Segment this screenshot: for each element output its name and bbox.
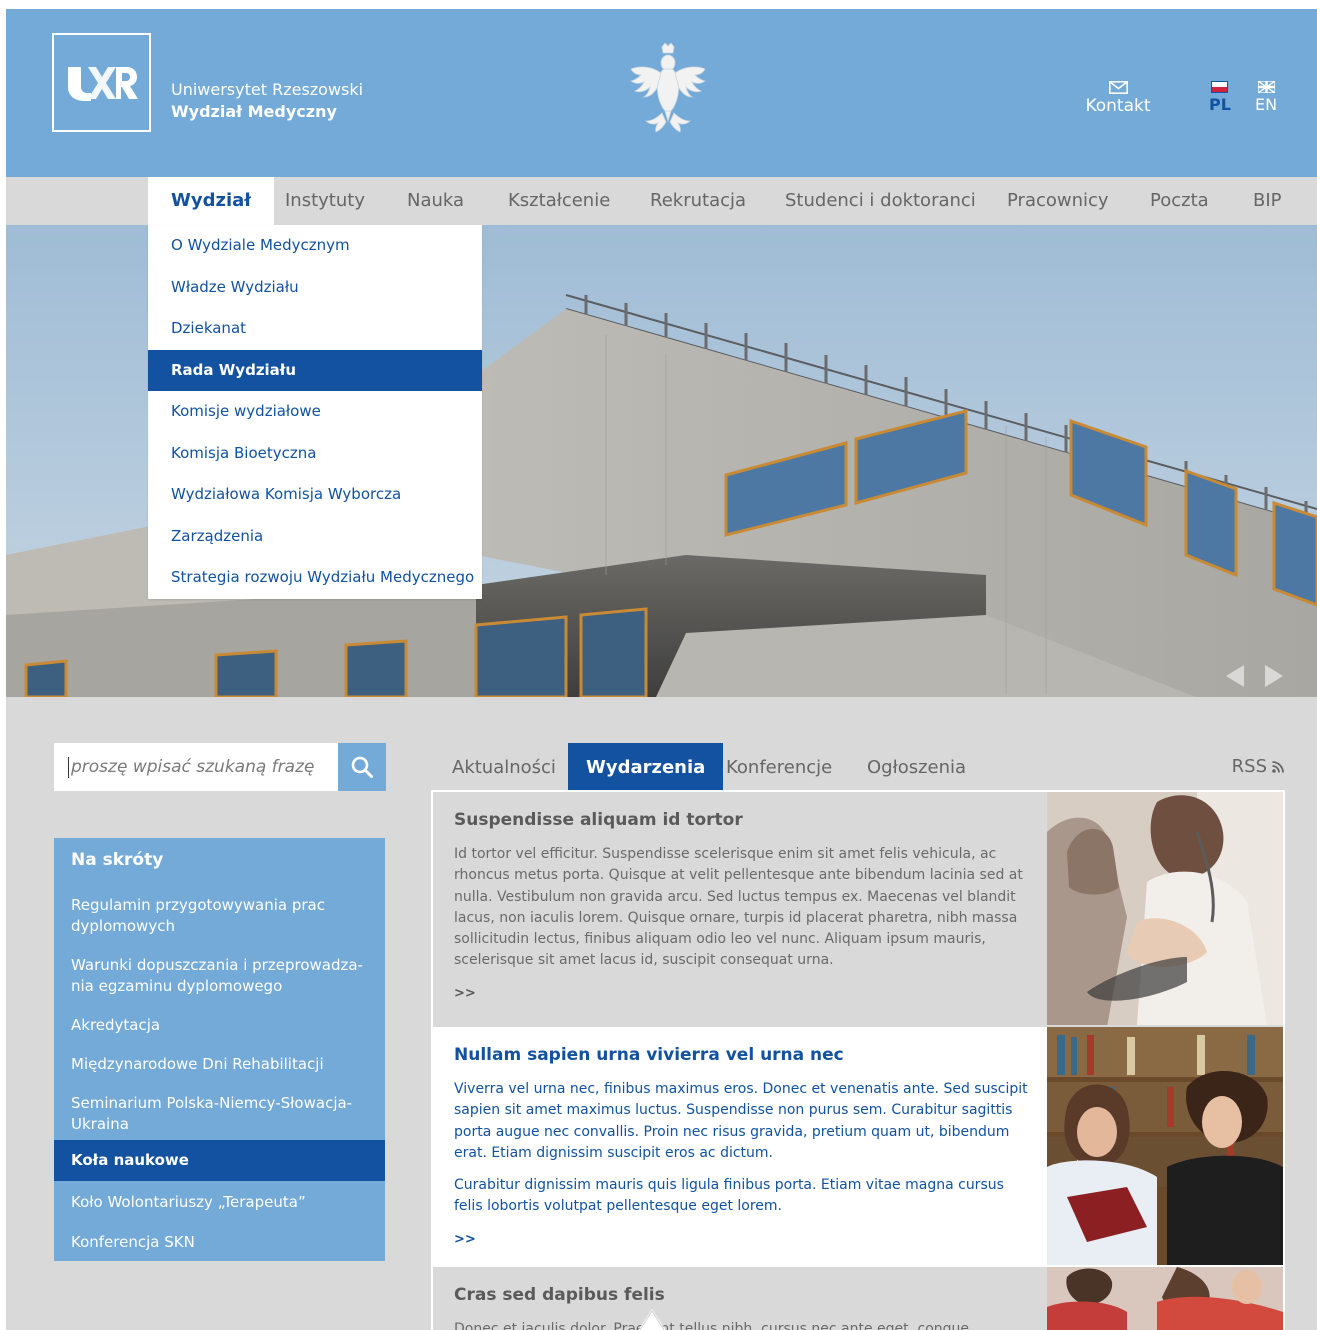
- dropdown-item-rada-wydzialu[interactable]: Rada Wydziału: [148, 349, 482, 391]
- news-photo-nurse[interactable]: [1047, 792, 1283, 1025]
- ur-logo-icon: [67, 66, 138, 101]
- read-more-link[interactable]: >>: [454, 1232, 1034, 1247]
- news-title[interactable]: Cras sed dapibus felis: [454, 1285, 1034, 1305]
- lang-pl-label: PL: [1209, 95, 1231, 114]
- news-title[interactable]: Nullam sapien urna vivierra vel urna nec: [454, 1045, 1034, 1065]
- contact-link[interactable]: Kontakt: [1078, 81, 1158, 116]
- nav-item-instytuty[interactable]: Instytuty: [262, 177, 388, 225]
- lang-pl-button[interactable]: PL: [1209, 81, 1231, 114]
- news-paragraph: Donec et iaculis dolor. Praesent tellus …: [454, 1321, 970, 1330]
- news-tabs: Aktualności Wydarzenia Konferencje Ogłos…: [433, 743, 1284, 791]
- shortcut-item-warunki[interactable]: Warunki dopuszczania i przeprowadza-nia …: [54, 955, 385, 997]
- lang-en-button[interactable]: EN: [1255, 81, 1277, 114]
- dropdown-item-zarzadzenia[interactable]: Zarządzenia: [148, 516, 482, 558]
- shortcut-item-kola-naukowe[interactable]: Koła naukowe: [54, 1140, 385, 1181]
- polish-eagle-emblem-icon: [630, 43, 706, 133]
- envelope-icon: [1108, 81, 1128, 94]
- polish-flag-icon: [1211, 81, 1229, 93]
- nav-item-pracownicy[interactable]: Pracownicy: [984, 177, 1132, 225]
- search-input[interactable]: proszę wpisać szukaną frazę: [54, 743, 338, 791]
- news-item-text: Cras sed dapibus felis Donec et iaculis …: [454, 1267, 1034, 1330]
- slider-prev-arrow-icon[interactable]: [1226, 665, 1244, 687]
- news-item-text: Nullam sapien urna vivierra vel urna nec…: [454, 1027, 1034, 1247]
- shortcut-item-kolo-wolontariuszy[interactable]: Koło Wolontariuszy „Terapeuta”: [54, 1192, 385, 1213]
- news-photo-students[interactable]: [1047, 1267, 1283, 1330]
- tab-wydarzenia[interactable]: Wydarzenia: [568, 743, 724, 791]
- nav-item-rekrutacja[interactable]: Rekrutacja: [627, 177, 769, 225]
- university-logo[interactable]: [52, 33, 151, 132]
- uk-flag-icon: [1257, 81, 1275, 93]
- nav-item-studenci[interactable]: Studenci i doktoranci: [762, 177, 999, 225]
- tab-ogloszenia[interactable]: Ogłoszenia: [848, 743, 985, 791]
- nav-item-ksztalcenie[interactable]: Kształcenie: [485, 177, 633, 225]
- shortcut-item-seminarium[interactable]: Seminarium Polska-Niemcy-Słowacja-Ukrain…: [54, 1093, 385, 1135]
- news-paragraph: Id tortor vel efficitur. Suspendisse sce…: [454, 846, 1023, 969]
- page-frame: Uniwersytet Rzeszowski Wydział Medyczny …: [6, 9, 1317, 1330]
- dropdown-item-komisja-wyborcza[interactable]: Wydziałowa Komisja Wyborcza: [148, 474, 482, 516]
- rss-link[interactable]: RSS: [1232, 743, 1284, 791]
- news-item[interactable]: Nullam sapien urna vivierra vel urna nec…: [433, 1027, 1283, 1267]
- search-icon: [351, 756, 373, 778]
- news-body: Id tortor vel efficitur. Suspendisse sce…: [454, 844, 1034, 972]
- news-body: Viverra vel urna nec, finibus maximus er…: [454, 1079, 1034, 1218]
- scroll-top-caret-icon[interactable]: [639, 1308, 665, 1330]
- rss-icon: [1272, 761, 1284, 773]
- read-more-link[interactable]: >>: [454, 986, 1034, 1001]
- news-list: Suspendisse aliquam id tortor Id tortor …: [431, 790, 1285, 1330]
- shortcut-item-regulamin[interactable]: Regulamin przygotowywania prac dyplomowy…: [54, 895, 385, 937]
- university-name: Uniwersytet Rzeszowski: [171, 80, 364, 99]
- dropdown-item-dziekanat[interactable]: Dziekanat: [148, 308, 482, 350]
- nav-item-wydzial[interactable]: Wydział: [148, 177, 274, 225]
- site-name[interactable]: Uniwersytet Rzeszowski Wydział Medyczny: [171, 79, 363, 123]
- news-item[interactable]: Suspendisse aliquam id tortor Id tortor …: [433, 792, 1283, 1027]
- tab-aktualnosci[interactable]: Aktualności: [433, 743, 575, 791]
- text-caret: [68, 757, 69, 778]
- shortcuts-title: Na skróty: [71, 850, 164, 870]
- nav-dropdown-wydzial: O Wydziale Medycznym Władze Wydziału Dzi…: [148, 225, 482, 599]
- search-placeholder: proszę wpisać szukaną frazę: [71, 757, 315, 777]
- dropdown-item-strategia[interactable]: Strategia rozwoju Wydziału Medycznego: [148, 557, 482, 599]
- dropdown-item-wladze[interactable]: Władze Wydziału: [148, 267, 482, 309]
- news-item[interactable]: Cras sed dapibus felis Donec et iaculis …: [433, 1267, 1283, 1330]
- nav-item-poczta[interactable]: Poczta: [1127, 177, 1232, 225]
- news-photo-library[interactable]: [1047, 1027, 1283, 1265]
- news-item-text: Suspendisse aliquam id tortor Id tortor …: [454, 792, 1034, 1001]
- nav-item-bip[interactable]: BIP: [1230, 177, 1305, 225]
- shortcuts-box: Na skróty Regulamin przygotowywania prac…: [54, 838, 385, 1261]
- site-header: Uniwersytet Rzeszowski Wydział Medyczny …: [6, 9, 1317, 177]
- nav-item-nauka[interactable]: Nauka: [384, 177, 487, 225]
- shortcut-item-akredytacja[interactable]: Akredytacja: [54, 1015, 385, 1036]
- rss-label: RSS: [1231, 756, 1267, 777]
- news-title[interactable]: Suspendisse aliquam id tortor: [454, 810, 1034, 830]
- slider-next-arrow-icon[interactable]: [1265, 665, 1283, 687]
- main-nav: Wydział Instytuty Nauka Kształcenie Rekr…: [6, 177, 1317, 225]
- shortcut-item-dni-rehabilitacji[interactable]: Międzynarodowe Dni Rehabilitacji: [54, 1054, 385, 1075]
- tab-konferencje[interactable]: Konferencje: [707, 743, 851, 791]
- dropdown-item-komisje[interactable]: Komisje wydziałowe: [148, 391, 482, 433]
- contact-label: Kontakt: [1085, 96, 1151, 116]
- search-form: proszę wpisać szukaną frazę: [54, 743, 386, 791]
- dropdown-item-komisja-bioetyczna[interactable]: Komisja Bioetyczna: [148, 433, 482, 475]
- search-button[interactable]: [338, 743, 386, 791]
- faculty-name: Wydział Medyczny: [171, 102, 337, 121]
- dropdown-item-o-wydziale[interactable]: O Wydziale Medycznym: [148, 225, 482, 267]
- news-paragraph: Curabitur dignissim mauris quis ligula f…: [454, 1177, 1004, 1215]
- lang-en-label: EN: [1255, 95, 1278, 114]
- news-paragraph: Viverra vel urna nec, finibus maximus er…: [454, 1081, 1028, 1161]
- news-body: Donec et iaculis dolor. Praesent tellus …: [454, 1319, 1034, 1330]
- shortcut-item-konferencja-skn[interactable]: Konferencja SKN: [54, 1232, 385, 1253]
